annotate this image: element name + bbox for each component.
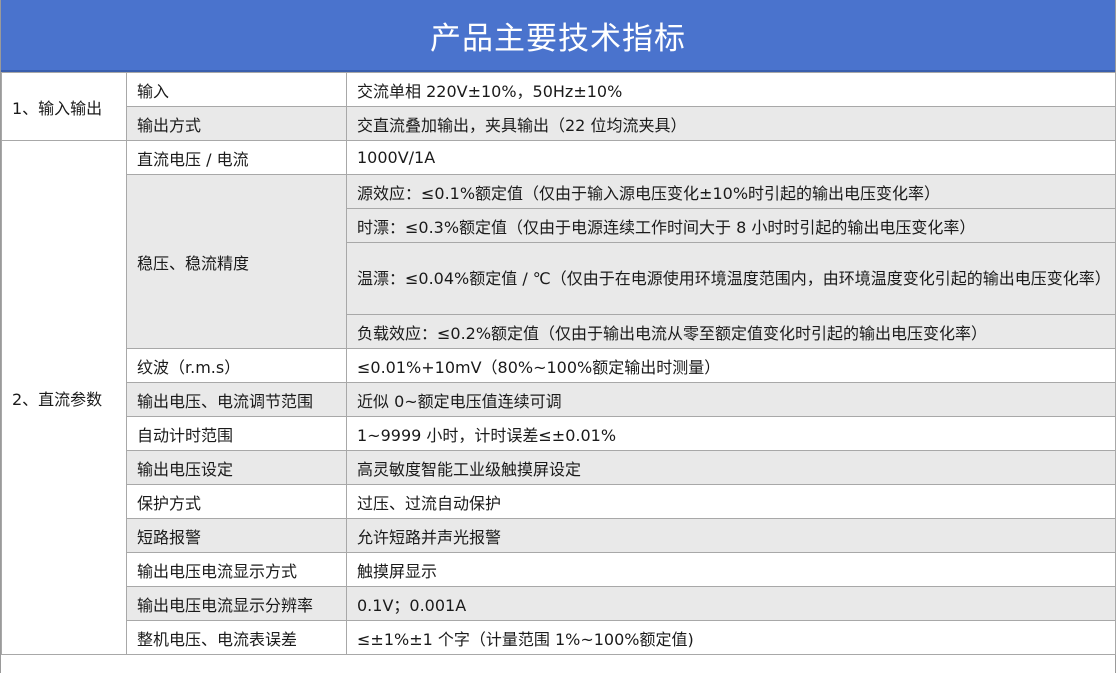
table-row: 稳压、稳流精度 源效应：≤0.1%额定值（仅由于输入源电压变化±10%时引起的输… bbox=[2, 174, 1116, 349]
param-value: 近似 0~额定电压值连续可调 bbox=[346, 382, 1116, 417]
table-row: 保护方式 过压、过流自动保护 bbox=[2, 484, 1116, 519]
param-name: 输出电压电流显示分辨率 bbox=[126, 586, 347, 621]
table-row: 短路报警 允许短路并声光报警 bbox=[2, 518, 1116, 553]
param-value: 0.1V；0.001A bbox=[346, 586, 1116, 621]
table-row: 输出电压电流显示分辨率 0.1V；0.001A bbox=[2, 586, 1116, 621]
param-value-time-drift: 时漂：≤0.3%额定值（仅由于电源连续工作时间大于 8 小时时引起的输出电压变化… bbox=[346, 208, 1116, 243]
table-row: 输出电压、电流调节范围 近似 0~额定电压值连续可调 bbox=[2, 382, 1116, 417]
param-name: 输出电压电流显示方式 bbox=[126, 552, 347, 587]
param-value: 1~9999 小时，计时误差≤±0.01% bbox=[346, 416, 1116, 451]
table-row: 输出电压设定 高灵敏度智能工业级触摸屏设定 bbox=[2, 450, 1116, 485]
param-value-load-effect: 负载效应：≤0.2%额定值（仅由于输出电流从零至额定值变化时引起的输出电压变化率… bbox=[346, 314, 1116, 349]
param-name: 输出方式 bbox=[126, 106, 347, 141]
param-value: 允许短路并声光报警 bbox=[346, 518, 1116, 553]
table-row: 1、输入输出 输入 交流单相 220V±10%，50Hz±10% bbox=[1, 72, 1116, 141]
param-name: 输出电压、电流调节范围 bbox=[126, 382, 347, 417]
param-name: 直流电压 / 电流 bbox=[126, 140, 347, 175]
param-name: 输出电压设定 bbox=[126, 450, 347, 485]
param-value: 过压、过流自动保护 bbox=[346, 484, 1116, 519]
param-value: 触摸屏显示 bbox=[346, 552, 1116, 587]
table-row: 输出电压电流显示方式 触摸屏显示 bbox=[2, 552, 1116, 587]
param-name: 纹波（r.m.s） bbox=[126, 348, 347, 383]
spec-sheet: 产品主要技术指标 1、输入输出 输入 交流单相 220V±10%，50Hz±10… bbox=[0, 0, 1116, 673]
table-row: 整机电压、电流表误差 ≤±1%±1 个字（计量范围 1%~100%额定值) bbox=[2, 620, 1116, 655]
page-title: 产品主要技术指标 bbox=[1, 0, 1115, 72]
param-value: 交流单相 220V±10%，50Hz±10% bbox=[346, 72, 1116, 107]
param-value-temp-drift: 温漂：≤0.04%额定值 / ℃（仅由于在电源使用环境温度范围内，由环境温度变化… bbox=[346, 242, 1116, 315]
param-value: ≤±1%±1 个字（计量范围 1%~100%额定值) bbox=[346, 620, 1116, 655]
table-row: 纹波（r.m.s） ≤0.01%+10mV（80%~100%额定输出时测量） bbox=[2, 348, 1116, 383]
param-value-source-effect: 源效应：≤0.1%额定值（仅由于输入源电压变化±10%时引起的输出电压变化率） bbox=[346, 174, 1116, 209]
param-name: 稳压、稳流精度 bbox=[126, 174, 347, 349]
table-row: 输出方式 交直流叠加输出，夹具输出（22 位均流夹具） bbox=[2, 106, 1116, 141]
param-name: 短路报警 bbox=[126, 518, 347, 553]
group-label-dc-params: 2、直流参数 bbox=[1, 140, 127, 655]
param-value: 1000V/1A bbox=[346, 140, 1116, 175]
param-name: 输入 bbox=[126, 72, 347, 107]
spec-table: 1、输入输出 输入 交流单相 220V±10%，50Hz±10% 输出方式 交直… bbox=[1, 72, 1116, 655]
param-name: 整机电压、电流表误差 bbox=[126, 620, 347, 655]
table-row: 自动计时范围 1~9999 小时，计时误差≤±0.01% bbox=[2, 416, 1116, 451]
param-value: ≤0.01%+10mV（80%~100%额定输出时测量） bbox=[346, 348, 1116, 383]
table-row: 2、直流参数 直流电压 / 电流 1000V/1A bbox=[1, 140, 1116, 655]
param-value: 高灵敏度智能工业级触摸屏设定 bbox=[346, 450, 1116, 485]
param-name: 自动计时范围 bbox=[126, 416, 347, 451]
param-name: 保护方式 bbox=[126, 484, 347, 519]
param-value: 交直流叠加输出，夹具输出（22 位均流夹具） bbox=[346, 106, 1116, 141]
group-label-input-output: 1、输入输出 bbox=[1, 72, 127, 141]
